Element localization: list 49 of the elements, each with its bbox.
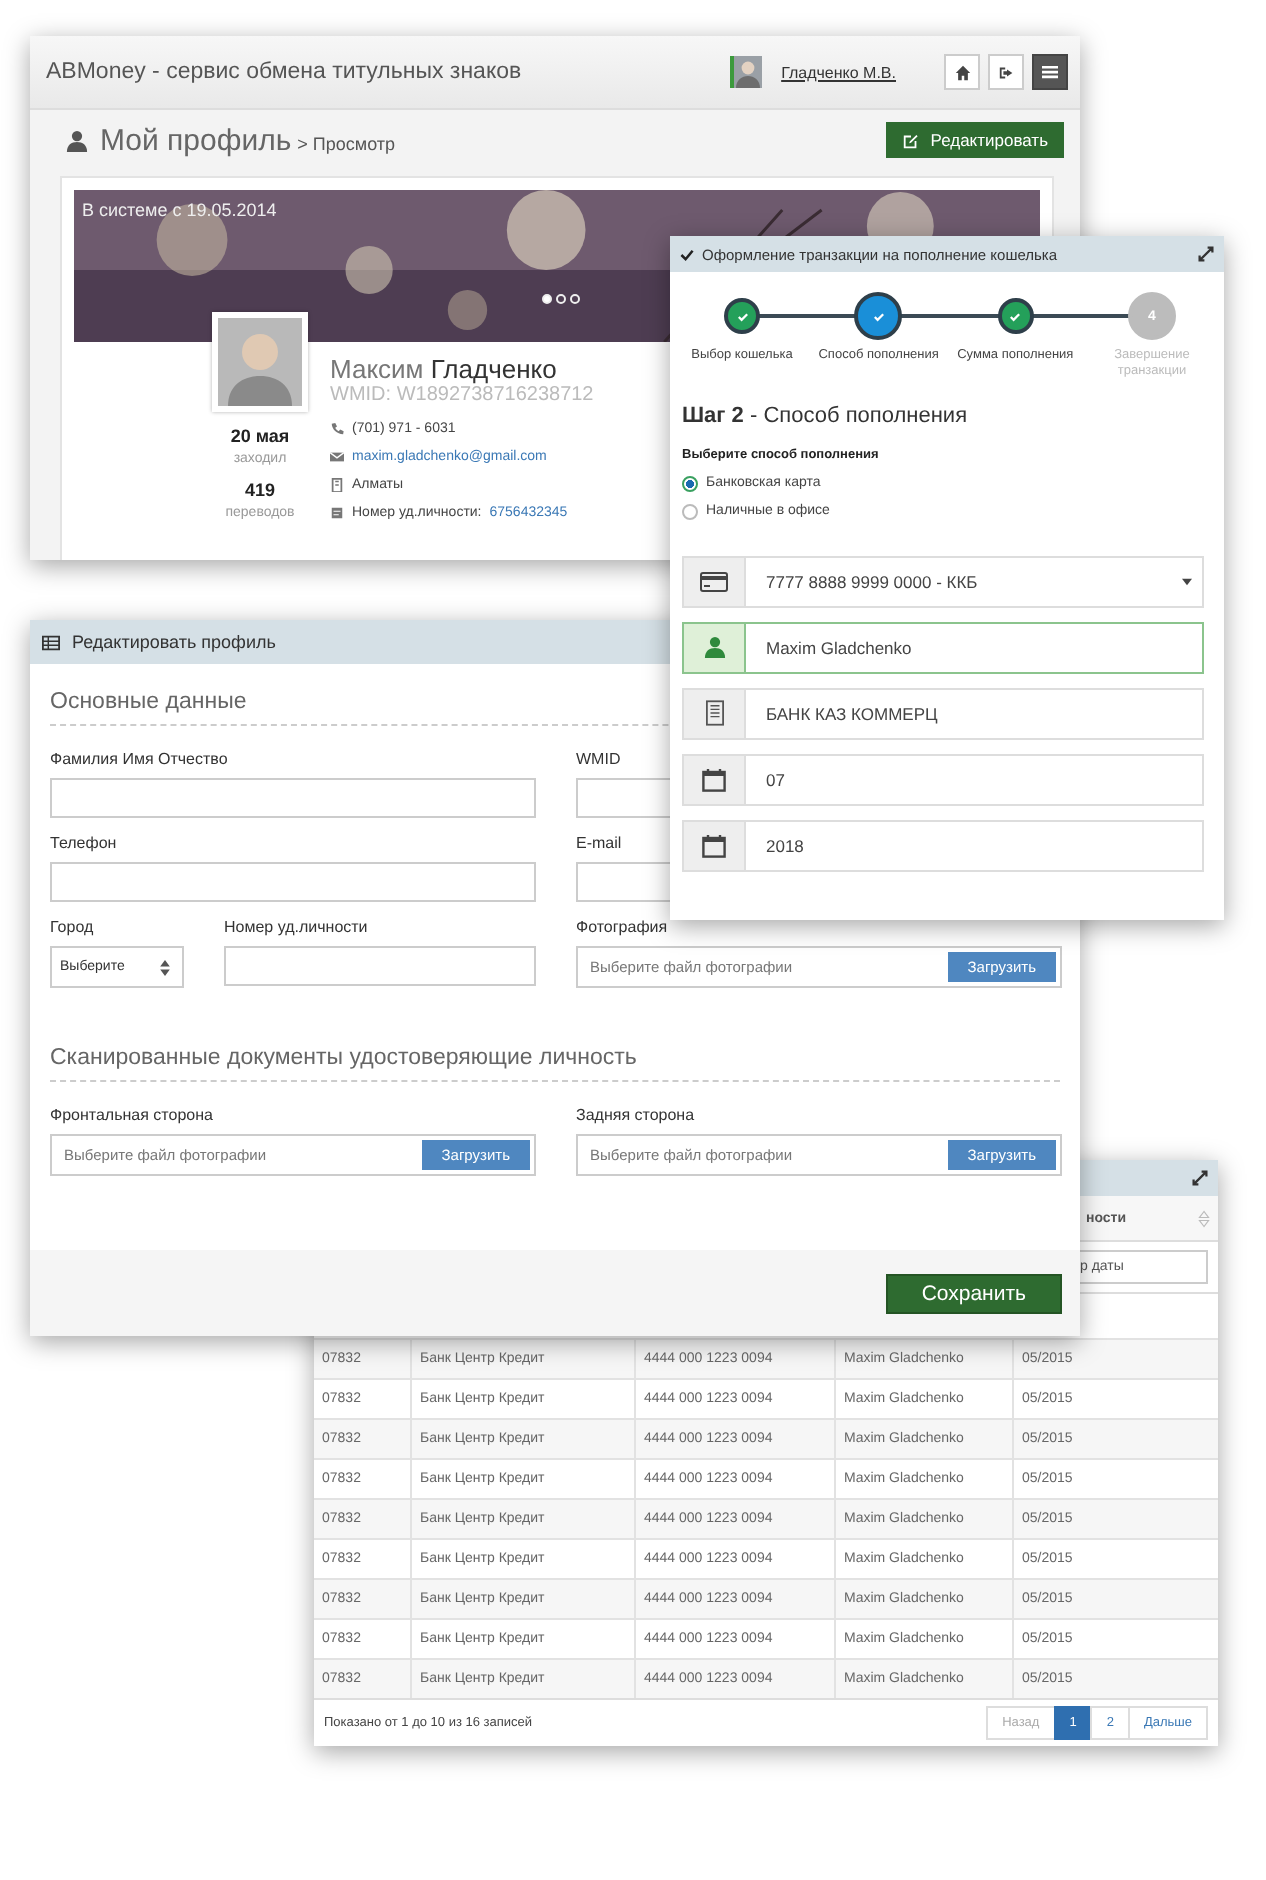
input-group[interactable]: БАНК КАЗ КОММЕРЦ: [682, 687, 1204, 740]
wmid-text: WMID: W1892738716238712: [330, 384, 594, 406]
profile-name: Максим Гладченко: [330, 354, 559, 384]
input-field[interactable]: [224, 946, 536, 986]
building-icon: [705, 700, 723, 727]
breadcrumb: > Просмотр: [297, 133, 396, 153]
document-icon: [330, 505, 344, 519]
edit-button[interactable]: Редактировать: [886, 122, 1064, 158]
field-label: Телефон: [50, 834, 117, 852]
step-heading: Шаг 2 - Способ пополнения: [680, 401, 970, 428]
field-label: Город: [50, 918, 94, 936]
input-group[interactable]: 2018: [682, 819, 1204, 872]
caret-icon: [1182, 577, 1192, 586]
input-group[interactable]: 07: [682, 753, 1204, 806]
expand-icon[interactable]: [1192, 1170, 1208, 1186]
brand-title: ABMoney - сервис обмена титульных знаков: [46, 60, 522, 84]
field-label: Фамилия Имя Отчество: [50, 750, 228, 768]
stat-value: 419: [244, 480, 275, 500]
user-link[interactable]: Гладченко М.В.: [781, 63, 896, 81]
field-label: E-mail: [576, 834, 622, 852]
page-title: Мой профиль: [100, 123, 292, 157]
save-button[interactable]: Сохранить: [885, 1273, 1062, 1313]
credit-card-icon: [700, 571, 728, 592]
input-field[interactable]: [50, 778, 536, 818]
input-group[interactable]: 7777 8888 9999 0000 - ККБ: [682, 555, 1204, 608]
field-label: Номер уд.личности: [224, 918, 368, 936]
window-title: Редактировать профиль: [72, 632, 276, 652]
calendar-icon: [702, 833, 726, 858]
stat-value: 20 мая: [230, 426, 290, 446]
phone-icon: [330, 421, 344, 435]
user-icon: [703, 636, 725, 659]
user-icon: [66, 129, 88, 151]
menu-icon[interactable]: [1032, 54, 1068, 90]
envelope-icon: [330, 449, 344, 463]
field-label: WMID: [576, 750, 621, 768]
field-label: Фотография: [576, 918, 668, 936]
field-label: Задняя сторона: [576, 1106, 695, 1124]
sort-arrows-icon: [160, 959, 170, 975]
expand-icon[interactable]: [1198, 246, 1214, 262]
building-icon: [330, 477, 344, 491]
input-field[interactable]: [50, 862, 536, 902]
edit-icon: [902, 131, 921, 149]
section-heading: Сканированные документы удостоверяющие личность: [50, 1040, 1060, 1082]
home-icon[interactable]: [944, 54, 980, 90]
calendar-icon: [702, 767, 726, 792]
input-group[interactable]: Maxim Gladchenko: [682, 621, 1204, 674]
field-label: Фронтальная сторона: [50, 1106, 213, 1124]
table-icon: [42, 633, 60, 651]
logout-icon[interactable]: [988, 54, 1024, 90]
